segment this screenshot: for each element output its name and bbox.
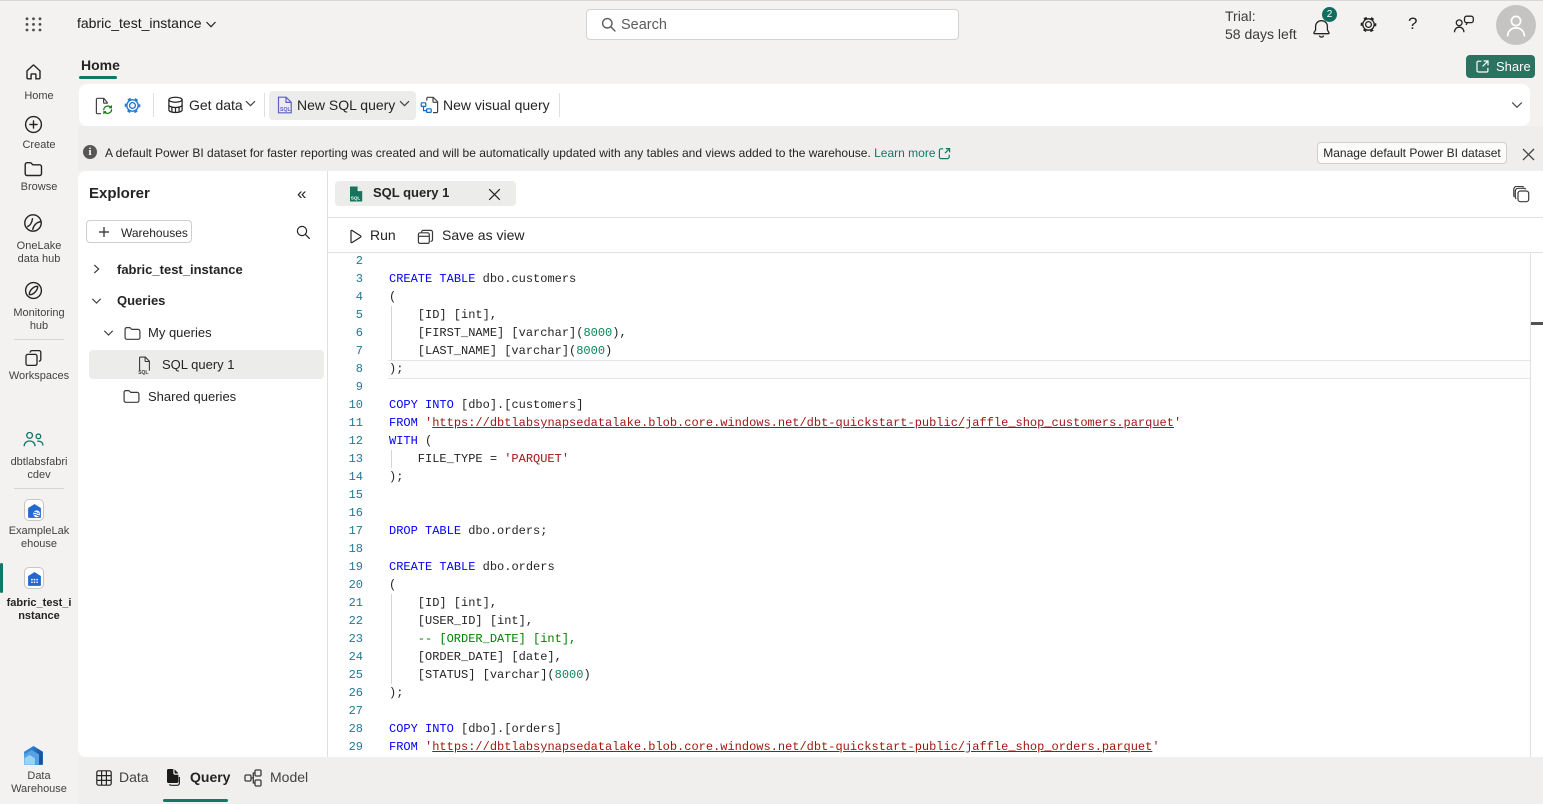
svg-text:SQL: SQL xyxy=(280,107,291,113)
svg-text:SQL: SQL xyxy=(351,196,361,201)
svg-text:SQL: SQL xyxy=(138,370,148,375)
